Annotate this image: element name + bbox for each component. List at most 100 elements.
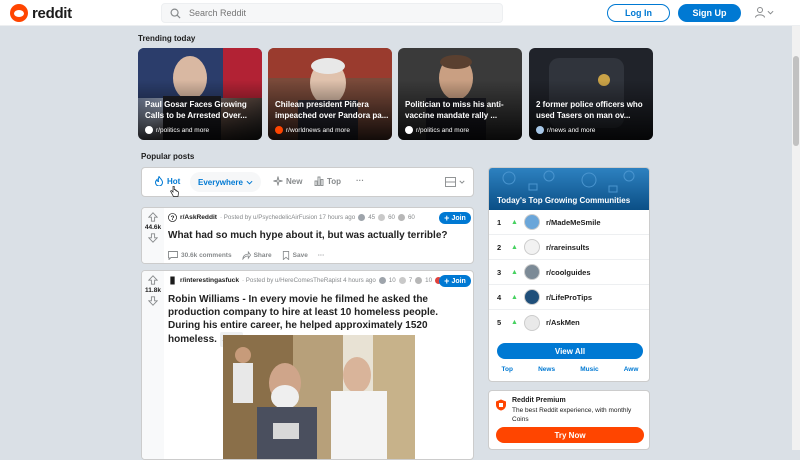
location-dropdown[interactable]: Everywhere xyxy=(190,172,261,192)
sort-new-tab[interactable]: New xyxy=(273,176,302,186)
tab-news[interactable]: News xyxy=(538,366,555,373)
award-count: 10 xyxy=(388,277,396,284)
trending-card[interactable]: Paul Gosar Faces Growing Calls to be Arr… xyxy=(138,48,262,140)
trending-heading: Trending today xyxy=(138,34,196,43)
community-avatar xyxy=(523,289,540,305)
vote-count: 11.8k xyxy=(145,287,161,294)
widget-title: Today's Top Growing Communities xyxy=(497,196,631,205)
scrollbar-thumb[interactable] xyxy=(793,56,799,146)
trending-card[interactable]: 2 former police officers who used Tasers… xyxy=(529,48,653,140)
signup-button[interactable]: Sign Up xyxy=(678,4,741,22)
community-row[interactable]: 2 ▲ r/rareinsults xyxy=(489,235,649,260)
search-bar[interactable] xyxy=(161,3,503,23)
chevron-down-icon xyxy=(459,180,465,184)
community-row[interactable]: 1 ▲ r/MadeMeSmile xyxy=(489,210,649,235)
upvote-arrow-icon[interactable] xyxy=(148,212,158,222)
reddit-logo[interactable]: reddit xyxy=(10,4,72,22)
community-row[interactable]: 5 ▲ r/AskMen xyxy=(489,310,649,335)
user-icon xyxy=(755,7,765,18)
more-sort-options-button[interactable]: ··· xyxy=(356,176,364,185)
top-navbar: reddit Log In Sign Up xyxy=(0,0,800,26)
subreddit-link[interactable]: r/interestingasfuck xyxy=(180,277,239,284)
subreddit-icon: ? xyxy=(168,213,177,222)
tab-top[interactable]: Top xyxy=(502,366,513,373)
comments-button[interactable]: 30.6k comments xyxy=(168,251,232,260)
sort-top-tab[interactable]: Top xyxy=(314,176,341,186)
chevron-down-icon xyxy=(246,180,253,185)
vote-count: 44.6k xyxy=(144,224,162,231)
trending-title: Politician to miss his anti-vaccine mand… xyxy=(405,100,504,120)
page-scrollbar[interactable] xyxy=(792,26,800,450)
subreddit-icon xyxy=(405,126,413,134)
sparkle-icon xyxy=(273,176,283,186)
trending-subreddit: r/worldnews and more xyxy=(275,126,350,134)
community-rank: 4 xyxy=(497,292,502,302)
join-button[interactable]: + Join xyxy=(439,212,471,224)
posted-by: · Posted by u/HereComesTheRapist 4 hours… xyxy=(242,277,376,284)
save-button[interactable]: Save xyxy=(282,251,308,260)
wholesome-award-icon xyxy=(397,214,405,221)
layout-toggle[interactable] xyxy=(445,177,465,187)
helpful-award-icon xyxy=(398,277,406,284)
snoo-icon xyxy=(10,4,28,22)
search-input[interactable] xyxy=(189,8,489,18)
growing-communities-widget: Today's Top Growing Communities 1 ▲ r/Ma… xyxy=(488,167,650,382)
community-rank: 2 xyxy=(497,242,502,252)
premium-shield-icon xyxy=(496,399,506,411)
community-category-tabs: Top News Music Aww xyxy=(489,366,649,373)
cursor-hand-icon xyxy=(170,186,179,197)
trending-subreddit: r/politics and more xyxy=(405,126,469,134)
posted-by: · Posted by u/PsychedelicAirFusion 17 ho… xyxy=(220,214,356,221)
trending-up-icon: ▲ xyxy=(511,218,518,226)
award-count: 10 xyxy=(425,277,433,284)
post-actions: 30.6k comments Share Save ··· xyxy=(168,251,324,260)
community-avatar xyxy=(523,314,540,331)
downvote-arrow-icon[interactable] xyxy=(148,296,158,306)
join-button[interactable]: + Join xyxy=(439,275,471,287)
premium-description: The best Reddit experience, with monthly… xyxy=(512,407,632,423)
premium-title: Reddit Premium xyxy=(512,397,566,404)
trending-card[interactable]: Chilean president Piñera impeached over … xyxy=(268,48,392,140)
trending-up-icon: ▲ xyxy=(511,293,518,301)
post-image[interactable] xyxy=(223,335,415,460)
subreddit-link[interactable]: r/AskReddit xyxy=(180,214,217,221)
trending-up-icon: ▲ xyxy=(511,268,518,276)
post-meta: ? r/AskReddit · Posted by u/PsychedelicA… xyxy=(168,213,415,222)
subreddit-icon xyxy=(170,276,175,285)
login-button[interactable]: Log In xyxy=(607,4,670,22)
more-options-button[interactable]: ··· xyxy=(318,252,325,259)
post-meta: r/interestingasfuck · Posted by u/HereCo… xyxy=(168,276,443,285)
try-now-button[interactable]: Try Now xyxy=(496,427,644,443)
community-avatar xyxy=(523,214,540,230)
post-card[interactable]: 44.6k ? r/AskReddit · Posted by u/Psyche… xyxy=(141,207,474,264)
post-title[interactable]: What had so much hype about it, but was … xyxy=(168,229,468,242)
community-name: r/MadeMeSmile xyxy=(545,217,601,227)
tab-music[interactable]: Music xyxy=(580,366,598,373)
community-row[interactable]: 4 ▲ r/LifeProTips xyxy=(489,285,649,310)
community-name: r/LifeProTips xyxy=(545,292,593,302)
trending-card[interactable]: Politician to miss his anti-vaccine mand… xyxy=(398,48,522,140)
trending-up-icon: ▲ xyxy=(511,243,518,251)
svg-text:?: ? xyxy=(171,215,175,222)
popular-heading: Popular posts xyxy=(141,152,195,161)
tab-aww[interactable]: Aww xyxy=(624,366,639,373)
community-row[interactable]: 3 ▲ r/coolguides xyxy=(489,260,649,285)
logo-text: reddit xyxy=(32,4,72,22)
vote-column: 11.8k xyxy=(142,271,164,459)
community-rank: 3 xyxy=(497,267,502,277)
post-card[interactable]: 11.8k r/interestingasfuck · Posted by u/… xyxy=(141,270,474,460)
trending-title: Chilean president Piñera impeached over … xyxy=(275,100,389,120)
view-all-button[interactable]: View All xyxy=(497,343,643,359)
vote-column: 44.6k xyxy=(142,208,164,263)
user-dropdown[interactable] xyxy=(754,6,774,18)
search-icon xyxy=(170,8,181,19)
trending-title: Paul Gosar Faces Growing Calls to be Arr… xyxy=(145,100,247,120)
downvote-arrow-icon[interactable] xyxy=(148,233,158,243)
award-count: 60 xyxy=(388,214,395,221)
award-count: 45 xyxy=(368,214,376,221)
share-button[interactable]: Share xyxy=(242,251,272,260)
silver-award-icon xyxy=(378,277,386,284)
upvote-arrow-icon[interactable] xyxy=(148,275,158,285)
trending-subreddit: r/news and more xyxy=(536,126,595,134)
sort-hot-tab[interactable]: Hot xyxy=(154,176,180,186)
